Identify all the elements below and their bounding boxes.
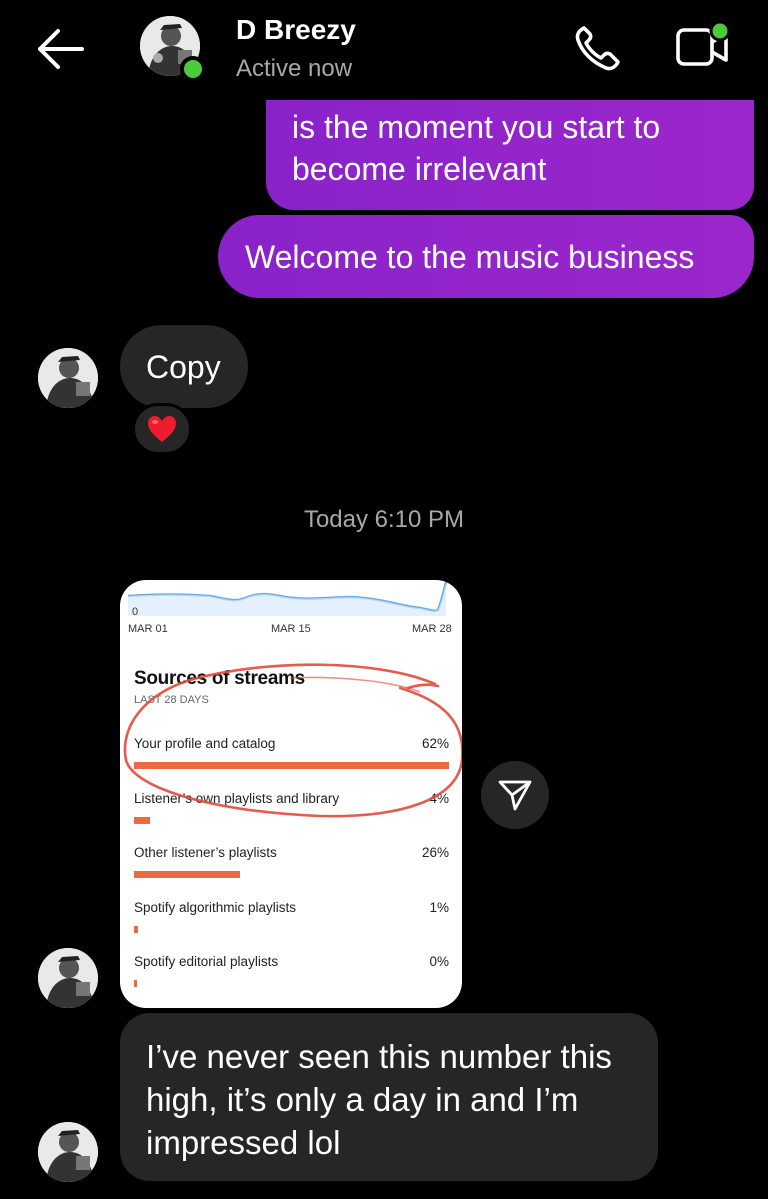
source-bar bbox=[134, 925, 139, 933]
source-percent: 1% bbox=[429, 899, 449, 915]
active-status: Active now bbox=[236, 55, 353, 82]
source-bar bbox=[134, 980, 137, 987]
sources-subtitle: LAST 28 DAYS bbox=[134, 694, 209, 706]
sender-avatar[interactable] bbox=[38, 348, 98, 408]
source-label: Spotify editorial playlists bbox=[134, 954, 279, 969]
x-axis-label: MAR 15 bbox=[271, 623, 311, 635]
source-label: Listener’s own playlists and library bbox=[134, 790, 340, 806]
online-status-dot bbox=[180, 56, 206, 82]
chat-header: D Breezy Active now bbox=[0, 0, 768, 100]
source-bar bbox=[134, 762, 449, 769]
video-camera-icon bbox=[676, 20, 731, 66]
stream-source-row: Spotify algorithmic playlists 1% bbox=[134, 900, 449, 940]
source-percent: 0% bbox=[429, 954, 449, 969]
heart-reaction[interactable] bbox=[132, 403, 192, 455]
voice-call-button[interactable] bbox=[570, 22, 630, 74]
source-label: Other listener’s playlists bbox=[134, 845, 277, 860]
sender-avatar[interactable] bbox=[38, 1122, 98, 1182]
stream-source-row: Listener’s own playlists and library 4% bbox=[134, 791, 449, 831]
source-bar bbox=[134, 871, 241, 878]
stream-source-row: Your profile and catalog 62% bbox=[134, 736, 449, 776]
share-button[interactable] bbox=[481, 761, 549, 829]
x-axis-label: MAR 28 bbox=[412, 623, 452, 635]
message-timestamp: Today 6:10 PM bbox=[303, 506, 465, 533]
source-label: Your profile and catalog bbox=[134, 736, 276, 751]
outgoing-message[interactable]: Welcome to the music business bbox=[218, 215, 754, 298]
back-button[interactable] bbox=[34, 26, 86, 72]
stream-source-row: Spotify editorial playlists 0% bbox=[134, 954, 449, 994]
chart-zero-label: 0 bbox=[132, 606, 139, 618]
source-percent: 4% bbox=[429, 790, 449, 806]
heart-icon bbox=[148, 416, 176, 442]
source-bar bbox=[134, 816, 151, 824]
x-axis-label: MAR 01 bbox=[128, 623, 168, 635]
sources-title: Sources of streams bbox=[134, 668, 305, 689]
stream-line-chart bbox=[127, 581, 448, 616]
video-call-button[interactable] bbox=[672, 20, 734, 74]
arrow-left-icon bbox=[38, 29, 84, 69]
outgoing-message[interactable]: is the moment you start to become irrele… bbox=[266, 100, 754, 210]
paper-plane-icon bbox=[498, 780, 532, 811]
sender-avatar[interactable] bbox=[38, 948, 98, 1008]
stream-source-row: Other listener’s playlists 26% bbox=[134, 845, 449, 885]
phone-icon bbox=[575, 26, 620, 71]
source-percent: 26% bbox=[421, 845, 449, 860]
source-percent: 62% bbox=[421, 736, 449, 751]
contact-name[interactable]: D Breezy bbox=[236, 14, 356, 46]
source-label: Spotify algorithmic playlists bbox=[134, 899, 297, 915]
shared-screenshot[interactable]: 0 MAR 01 MAR 15 MAR 28 Sources of stream… bbox=[120, 580, 462, 1008]
incoming-message[interactable]: I’ve never seen this number this high, i… bbox=[120, 1013, 658, 1181]
incoming-message[interactable]: Copy bbox=[120, 325, 248, 408]
